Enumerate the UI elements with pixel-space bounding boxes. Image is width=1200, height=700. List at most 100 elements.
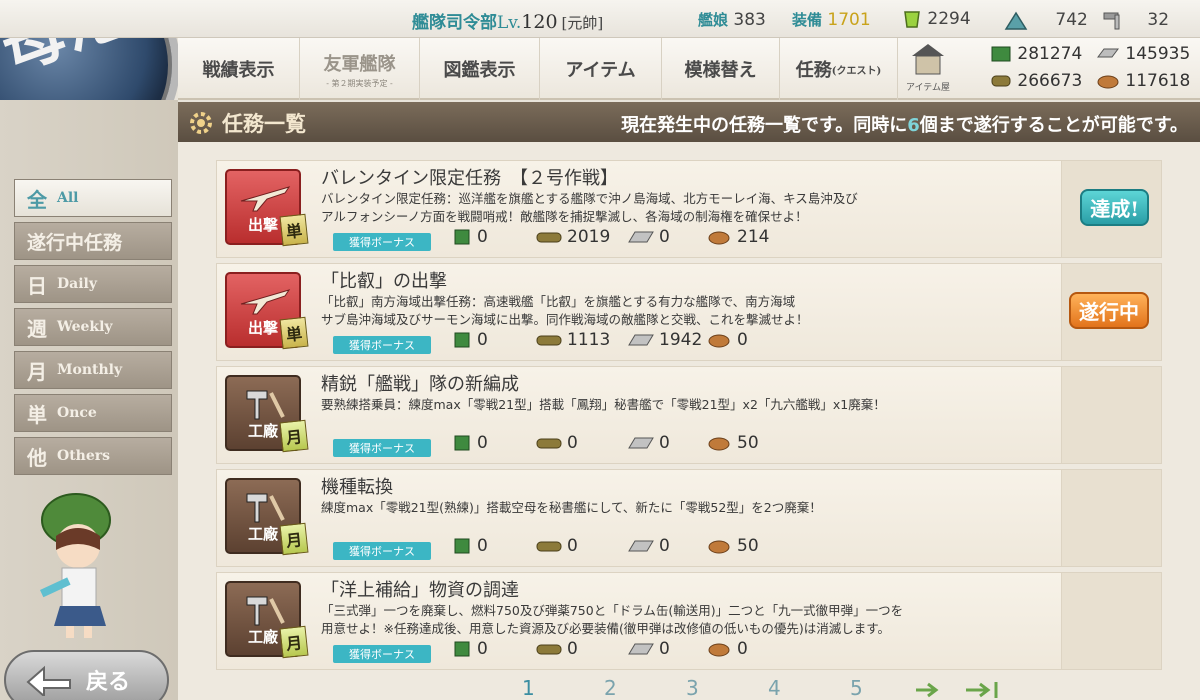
plane-icon — [240, 289, 291, 315]
reward-fuel-value: 0 — [477, 639, 488, 659]
page-5[interactable]: 5 — [850, 676, 863, 700]
reward-steel: 0 — [627, 639, 670, 659]
reward-ammo: 0 — [535, 536, 578, 556]
reward-steel: 0 — [627, 227, 670, 247]
quest-item[interactable]: 工廠 月 精鋭「艦戦」隊の新編成 要熟練搭乗員：練度max「零戦21型」搭載「鳳… — [216, 366, 1162, 464]
reward-bauxite-value: 214 — [737, 227, 770, 247]
fuel-icon — [454, 435, 470, 451]
header-note-post: 個まで遂行することが可能です。 — [919, 115, 1188, 136]
steel-icon — [628, 334, 654, 346]
steel-value: 145935 — [1125, 44, 1191, 64]
menu-furniture[interactable]: 模様替え — [662, 38, 780, 100]
tab-all-kanji: 全 — [27, 187, 47, 212]
back-label: 戻る — [86, 669, 131, 695]
reward-bauxite-value: 0 — [737, 330, 748, 350]
tab-weekly[interactable]: 週 Weekly — [14, 308, 172, 346]
tab-monthly[interactable]: 月 Monthly — [14, 351, 172, 389]
quest-header: 任務一覧 現在発生中の任務一覧です。同時に6個まで遂行することが可能です。 — [178, 102, 1200, 142]
tab-others[interactable]: 他 Others — [14, 437, 172, 475]
admiral-level: 120 — [521, 11, 558, 33]
steel-icon — [628, 643, 654, 655]
quest-item[interactable]: 出撃 単 バレンタイン限定任務 【２号作戦】 バレンタイン限定任務：巡洋艦を旗艦… — [216, 160, 1162, 258]
tab-monthly-label: Monthly — [57, 362, 123, 378]
tab-in-progress[interactable]: 遂行中任務 — [14, 222, 172, 260]
page-4[interactable]: 4 — [768, 676, 781, 700]
bonus-label: 獲得ボーナス — [333, 439, 431, 457]
reward-ammo: 1113 — [535, 330, 610, 350]
back-arrow-icon — [26, 665, 71, 696]
reward-ammo-value: 2019 — [567, 227, 611, 247]
bonus-label: 獲得ボーナス — [333, 233, 431, 251]
bauxite-icon — [708, 540, 730, 554]
header-note-pre: 現在発生中の任務一覧です。同時に — [621, 115, 908, 136]
menu-furniture-label: 模様替え — [684, 60, 757, 81]
quest-title: 機種転換 — [321, 477, 393, 498]
bucket-icon — [904, 11, 920, 28]
fuel-icon — [454, 332, 470, 348]
devmat-value: 742 — [1055, 10, 1088, 30]
back-button[interactable]: 戻る — [4, 650, 169, 700]
page-3[interactable]: 3 — [686, 676, 699, 700]
steel-icon — [628, 437, 654, 449]
quest-item[interactable]: 工廠 月 機種転換 練度max「零戦21型(熟練)」搭載空母を秘書艦にして、新た… — [216, 469, 1162, 567]
fuel-icon — [991, 46, 1011, 62]
menu-record[interactable]: 戦績表示 — [178, 38, 300, 100]
reward-steel-value: 0 — [659, 639, 670, 659]
tab-others-label: Others — [57, 448, 111, 464]
hammer-icon — [246, 493, 285, 523]
last-page-icon[interactable] — [964, 680, 1004, 700]
reward-fuel-value: 0 — [477, 536, 488, 556]
reward-steel: 0 — [627, 536, 670, 556]
quest-desc-line1: バレンタイン限定任務：巡洋艦を旗艦とする艦隊で沖ノ島海域、北方モーレイ海、キス島… — [321, 191, 858, 206]
bucket-stat: 2294 — [902, 9, 971, 29]
menu-quest[interactable]: 任務 (クエスト) — [780, 38, 898, 100]
page-2[interactable]: 2 — [604, 676, 617, 700]
reward-steel: 0 — [627, 433, 670, 453]
steel-resource: 145935 — [1096, 44, 1190, 64]
quest-desc-line1: 要熟練搭乗員：練度max「零戦21型」搭載「鳳翔」秘書艦で「零戦21型」x2「九… — [321, 397, 886, 412]
fuel-value: 281274 — [1017, 44, 1083, 64]
reward-steel-value: 1942 — [659, 330, 703, 350]
quest-complete-stamp[interactable]: 達成! — [1080, 189, 1149, 226]
quest-description: 「比叡」南方海域出撃任務：高速戦艦「比叡」を旗艦とする有力な艦隊で、南方海域 サ… — [321, 293, 1041, 329]
quest-desc-line2: アルフォンシーノ方面を戦闘哨戒！敵艦隊を捕捉撃滅し、各海域の制海権を確保せよ！ — [321, 209, 808, 224]
ammo-resource: 266673 — [990, 71, 1082, 91]
quest-in-progress-stamp[interactable]: 遂行中 — [1069, 292, 1149, 329]
bauxite-icon — [1097, 75, 1119, 89]
steel-icon — [628, 231, 654, 243]
reward-ammo-value: 1113 — [567, 330, 611, 350]
quest-item[interactable]: 出撃 単 「比叡」の出撃 「比叡」南方海域出撃任務：高速戦艦「比叡」を旗艦とする… — [216, 263, 1162, 361]
tab-once[interactable]: 単 Once — [14, 394, 172, 432]
reward-fuel-value: 0 — [477, 433, 488, 453]
level-label: Lv. — [497, 13, 522, 33]
menu-items[interactable]: アイテム — [540, 38, 662, 100]
fuel-icon — [454, 641, 470, 657]
page-1[interactable]: 1 — [522, 676, 535, 700]
ammo-icon — [536, 541, 562, 552]
quest-item[interactable]: 工廠 月 「洋上補給」物資の調達 「三式弾」一つを廃棄し、燃料750及び弾薬75… — [216, 572, 1162, 670]
quest-type-badge: 単 — [279, 213, 309, 247]
quest-type-badge: 月 — [279, 625, 309, 659]
next-page-icon[interactable] — [914, 680, 944, 700]
reward-bauxite: 214 — [707, 227, 769, 247]
tab-all[interactable]: 全 All — [14, 179, 172, 217]
steel-icon — [1097, 48, 1119, 58]
bonus-label: 獲得ボーナス — [333, 645, 431, 663]
tab-in-progress-label: 遂行中任務 — [27, 231, 123, 254]
reward-steel-value: 0 — [659, 433, 670, 453]
quest-desc-line1: 練度max「零戦21型(熟練)」搭載空母を秘書艦にして、新たに「零戦52型」を2… — [321, 500, 822, 515]
menu-encyclopedia[interactable]: 図鑑表示 — [420, 38, 540, 100]
menu-record-label: 戦績表示 — [202, 60, 275, 81]
reward-fuel: 0 — [453, 536, 488, 556]
reward-ammo: 0 — [535, 433, 578, 453]
item-shop-button[interactable]: アイテム屋 — [902, 42, 954, 96]
menu-friend-fleet-label: 友軍艦隊 — [323, 53, 396, 75]
ammo-icon — [536, 232, 562, 243]
bauxite-resource: 117618 — [1096, 71, 1190, 91]
main-menu-bar: 戦績表示 友軍艦隊 - 第２期実装予定 - 図鑑表示 アイテム 模様替え 任務(… — [178, 38, 1200, 100]
bauxite-icon — [708, 643, 730, 657]
tab-daily[interactable]: 日 Daily — [14, 265, 172, 303]
reward-bauxite-value: 50 — [737, 536, 759, 556]
reward-ammo-value: 0 — [567, 433, 578, 453]
ammo-icon — [991, 75, 1011, 87]
